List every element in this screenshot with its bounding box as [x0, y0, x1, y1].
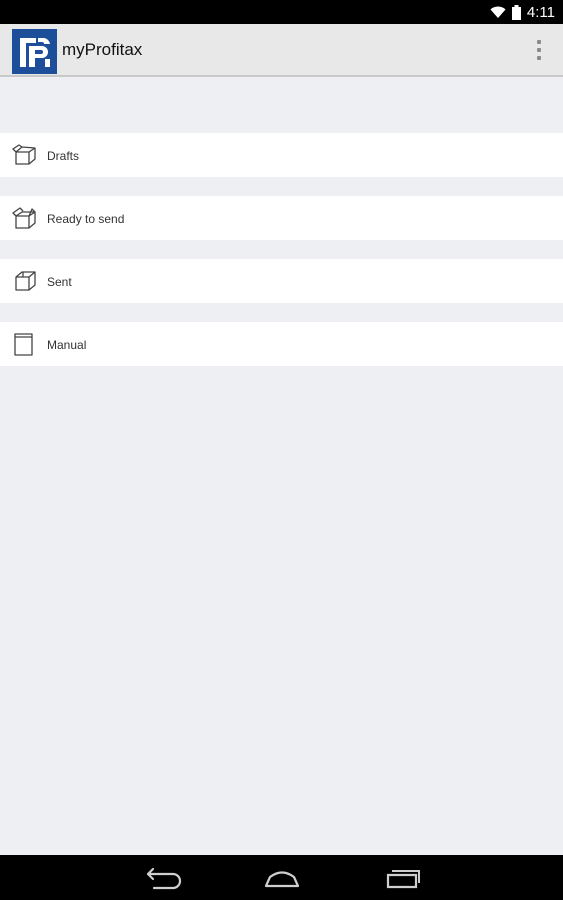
- action-bar: myProfitax: [0, 24, 563, 77]
- document-icon: [14, 333, 33, 356]
- menu-item-label: Manual: [47, 338, 87, 352]
- navigation-bar: [0, 855, 563, 900]
- open-box-icon: [12, 144, 36, 165]
- wifi-icon: [490, 6, 506, 18]
- menu-item-drafts[interactable]: Drafts: [0, 133, 563, 177]
- myprofitax-logo: [12, 29, 57, 74]
- menu-item-ready-to-send[interactable]: Ready to send: [0, 196, 563, 240]
- main-content: Drafts Ready to send Sent Manual: [0, 79, 563, 855]
- menu-item-label: Sent: [47, 275, 72, 289]
- menu-item-label: Drafts: [47, 149, 80, 163]
- recents-icon[interactable]: [383, 865, 423, 891]
- overflow-menu-button[interactable]: [533, 38, 545, 62]
- back-icon[interactable]: [142, 865, 182, 891]
- home-icon[interactable]: [262, 865, 302, 891]
- menu-item-sent[interactable]: Sent: [0, 259, 563, 303]
- app-title: myProfitax: [62, 40, 143, 59]
- status-time: 4:11: [526, 3, 555, 21]
- box-icon: [12, 207, 36, 229]
- status-bar: 4:11: [0, 0, 563, 24]
- app-logo[interactable]: [12, 29, 57, 74]
- menu-item-manual[interactable]: Manual: [0, 322, 563, 366]
- menu-item-label: Ready to send: [47, 212, 125, 226]
- more-vert-icon: [537, 40, 541, 44]
- status-icons: 4:11: [490, 3, 555, 21]
- battery-icon: [511, 4, 521, 20]
- closed-box-icon: [15, 271, 36, 291]
